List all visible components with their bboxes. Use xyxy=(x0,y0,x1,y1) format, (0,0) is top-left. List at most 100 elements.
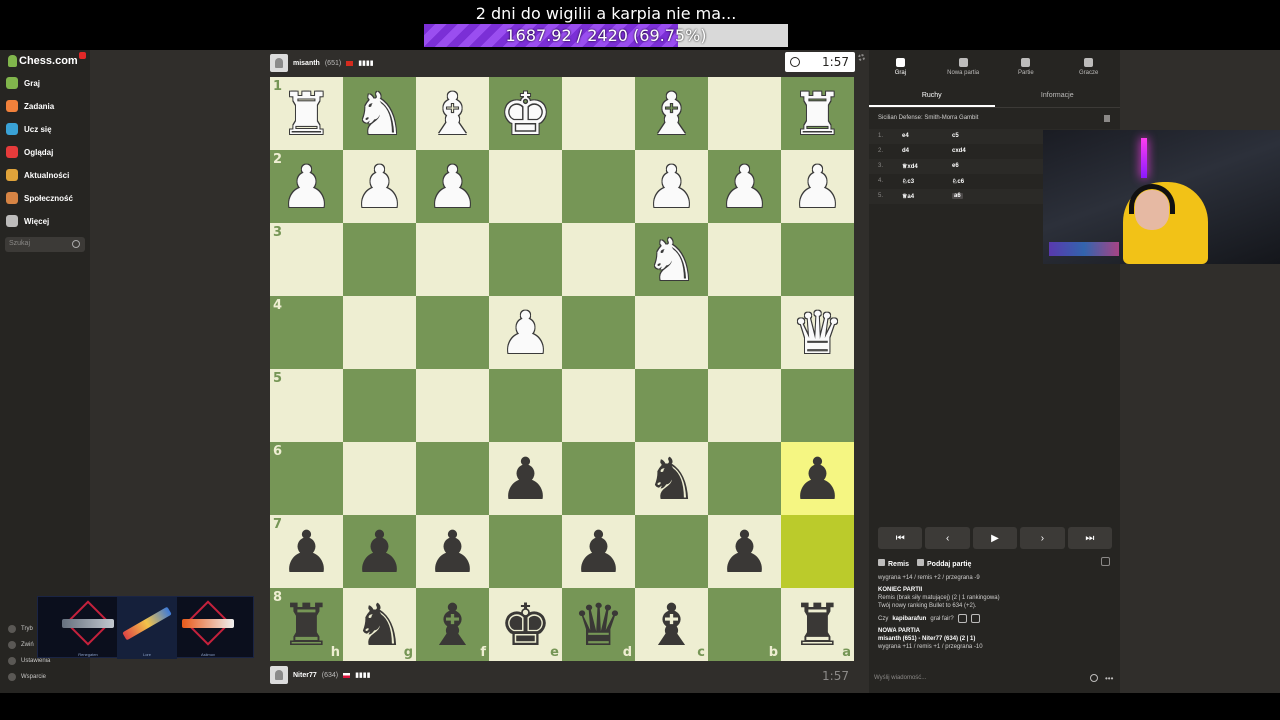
square-h8[interactable]: 8 h ♜ xyxy=(270,588,343,661)
prev-move-button[interactable]: ‹ xyxy=(925,527,970,549)
square-b7[interactable]: ♟ xyxy=(708,515,781,588)
square-g2[interactable]: ♟ xyxy=(343,150,416,223)
black-rook-icon[interactable]: ♜ xyxy=(281,596,333,654)
square-f8[interactable]: f ♝ xyxy=(416,588,489,661)
square-a5[interactable] xyxy=(781,369,854,442)
thumbs-up-icon[interactable] xyxy=(957,614,967,623)
opening-name[interactable]: Sicilian Defense: Smith-Morra Gambit xyxy=(878,115,978,121)
square-c3[interactable]: ♞ xyxy=(635,223,708,296)
square-b8[interactable]: b xyxy=(708,588,781,661)
square-d8[interactable]: d ♛ xyxy=(562,588,635,661)
white-bishop-icon[interactable]: ♝ xyxy=(427,85,479,143)
avatar[interactable] xyxy=(270,54,288,72)
square-d6[interactable] xyxy=(562,442,635,515)
square-g8[interactable]: g ♞ xyxy=(343,588,416,661)
black-pawn-icon[interactable]: ♟ xyxy=(281,523,333,581)
square-a1[interactable]: ♜ xyxy=(781,77,854,150)
sidebar-item-0[interactable]: Graj xyxy=(6,74,86,92)
white-pawn-icon[interactable]: ♟ xyxy=(427,158,479,216)
white-knight-icon[interactable]: ♞ xyxy=(646,231,698,289)
black-knight-icon[interactable]: ♞ xyxy=(646,450,698,508)
square-g1[interactable]: ♞ xyxy=(343,77,416,150)
square-f7[interactable]: ♟ xyxy=(416,515,489,588)
move-black[interactable]: a6 xyxy=(952,193,963,199)
square-d5[interactable] xyxy=(562,369,635,442)
play-button[interactable]: ▶ xyxy=(972,527,1018,549)
black-rook-icon[interactable]: ♜ xyxy=(792,596,844,654)
sidebar-item-1[interactable]: Zadania xyxy=(6,97,86,115)
square-g6[interactable] xyxy=(343,442,416,515)
emoji-icon[interactable] xyxy=(1090,674,1098,682)
sidebar-item-2[interactable]: Ucz się xyxy=(6,120,86,138)
black-pawn-icon[interactable]: ♟ xyxy=(500,450,552,508)
subtab-0[interactable]: Ruchy xyxy=(869,86,995,107)
square-e7[interactable] xyxy=(489,515,562,588)
gear-icon[interactable] xyxy=(858,54,865,61)
square-g4[interactable] xyxy=(343,296,416,369)
more-icon[interactable]: ••• xyxy=(1105,674,1113,683)
black-pawn-icon[interactable]: ♟ xyxy=(792,450,844,508)
chess-board[interactable]: 1 ♜ ♞ ♝ ♚ ♝ ♜ 2 ♟ ♟ ♟ ♟ ♟ ♟ 3 ♞ 4 ♟ ♛ 5 6 ♟ ♞ ♟ 7 ♟ ♟ ♟ ♟ ♟ 8 h ♜ g ♞ f ♝ e ♚ d… xyxy=(270,77,854,661)
white-king-icon[interactable]: ♚ xyxy=(500,85,552,143)
square-b4[interactable] xyxy=(708,296,781,369)
white-pawn-icon[interactable]: ♟ xyxy=(719,158,771,216)
square-c8[interactable]: c ♝ xyxy=(635,588,708,661)
square-a4[interactable]: ♛ xyxy=(781,296,854,369)
square-a3[interactable] xyxy=(781,223,854,296)
black-bishop-icon[interactable]: ♝ xyxy=(427,596,479,654)
move-black[interactable]: ♘c6 xyxy=(952,178,964,185)
flip-board-icon[interactable] xyxy=(1101,557,1110,566)
square-d1[interactable] xyxy=(562,77,635,150)
square-d7[interactable]: ♟ xyxy=(562,515,635,588)
sidebar-bottom-3[interactable]: Wsparcie xyxy=(8,671,46,683)
square-a8[interactable]: a ♜ xyxy=(781,588,854,661)
square-h1[interactable]: 1 ♜ xyxy=(270,77,343,150)
tab-3[interactable]: Gracze xyxy=(1057,50,1120,84)
white-pawn-icon[interactable]: ♟ xyxy=(500,304,552,362)
next-move-button[interactable]: › xyxy=(1020,527,1065,549)
white-knight-icon[interactable]: ♞ xyxy=(354,85,406,143)
square-c1[interactable]: ♝ xyxy=(635,77,708,150)
black-pawn-icon[interactable]: ♟ xyxy=(719,523,771,581)
square-e1[interactable]: ♚ xyxy=(489,77,562,150)
square-f1[interactable]: ♝ xyxy=(416,77,489,150)
square-e8[interactable]: e ♚ xyxy=(489,588,562,661)
square-b6[interactable] xyxy=(708,442,781,515)
book-icon[interactable] xyxy=(1104,115,1110,122)
square-f6[interactable] xyxy=(416,442,489,515)
square-d2[interactable] xyxy=(562,150,635,223)
square-c6[interactable]: ♞ xyxy=(635,442,708,515)
chat-input[interactable]: Wyślij wiadomość... xyxy=(874,675,1054,681)
square-f4[interactable] xyxy=(416,296,489,369)
white-bishop-icon[interactable]: ♝ xyxy=(646,85,698,143)
avatar[interactable] xyxy=(270,666,288,684)
square-h6[interactable]: 6 xyxy=(270,442,343,515)
sidebar-item-4[interactable]: Aktualności xyxy=(6,166,86,184)
square-b5[interactable] xyxy=(708,369,781,442)
search-icon[interactable] xyxy=(72,240,80,248)
search-input[interactable]: Szukaj xyxy=(5,237,85,252)
square-d3[interactable] xyxy=(562,223,635,296)
black-pawn-icon[interactable]: ♟ xyxy=(427,523,479,581)
tab-1[interactable]: Nowa partia xyxy=(932,50,995,84)
white-rook-icon[interactable]: ♜ xyxy=(281,85,333,143)
opponent-name[interactable]: kapibarafun xyxy=(892,615,926,623)
square-f5[interactable] xyxy=(416,369,489,442)
top-player-bar[interactable]: misanth (651) ▮▮▮▮ xyxy=(270,52,374,74)
black-pawn-icon[interactable]: ♟ xyxy=(573,523,625,581)
square-a6[interactable]: ♟ xyxy=(781,442,854,515)
square-h4[interactable]: 4 xyxy=(270,296,343,369)
resign-button[interactable]: Poddaj partię xyxy=(917,558,971,568)
tab-2[interactable]: Partie xyxy=(995,50,1058,84)
move-black[interactable]: e6 xyxy=(952,163,959,169)
square-a7[interactable] xyxy=(781,515,854,588)
bottom-player-bar[interactable]: Niter77 (634) ▮▮▮▮ xyxy=(270,664,371,686)
move-black[interactable]: cxd4 xyxy=(952,148,966,154)
white-rook-icon[interactable]: ♜ xyxy=(792,85,844,143)
square-e6[interactable]: ♟ xyxy=(489,442,562,515)
sidebar-bottom-1[interactable]: Zwiń xyxy=(8,639,34,651)
move-white[interactable]: e4 xyxy=(902,133,909,139)
square-a2[interactable]: ♟ xyxy=(781,150,854,223)
white-pawn-icon[interactable]: ♟ xyxy=(354,158,406,216)
square-f2[interactable]: ♟ xyxy=(416,150,489,223)
